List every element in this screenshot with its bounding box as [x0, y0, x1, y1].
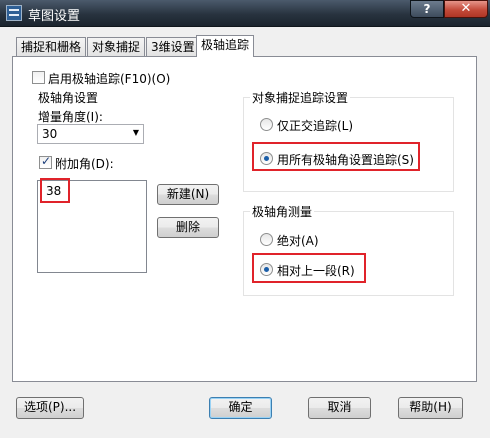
app-icon — [6, 5, 22, 21]
relative-last-segment-radio[interactable] — [260, 263, 273, 276]
additional-angle-item[interactable]: 38 — [46, 184, 61, 198]
orthogonal-only-label: 仅正交追踪(L) — [277, 119, 354, 133]
tab-object-snap[interactable]: 对象捕捉 — [87, 37, 146, 56]
orthogonal-only-radio[interactable] — [260, 118, 273, 131]
polar-measurement-title: 极轴角测量 — [250, 203, 315, 220]
chevron-down-icon: ▼ — [132, 128, 139, 137]
relative-last-segment-label: 相对上一段(R) — [277, 264, 355, 278]
all-polar-angles-radio[interactable] — [260, 152, 273, 165]
object-snap-tracking-title: 对象捕捉追踪设置 — [250, 89, 351, 106]
delete-angle-button[interactable]: 删除 — [157, 217, 219, 238]
additional-angle-label: 附加角(D): — [55, 157, 114, 171]
close-button[interactable]: ✕ — [444, 0, 488, 18]
title-bar: 草图设置 ? ✕ — [0, 0, 490, 27]
tab-snap-grid[interactable]: 捕捉和栅格 — [16, 37, 87, 56]
options-button[interactable]: 选项(P)... — [16, 397, 84, 419]
increment-angle-label: 增量角度(I): — [38, 110, 103, 124]
tab-3d-settings[interactable]: 3维设置 — [146, 37, 200, 56]
cancel-button[interactable]: 取消 — [308, 397, 371, 419]
help-button[interactable]: 帮助(H) — [398, 397, 463, 419]
increment-angle-value: 30 — [42, 127, 58, 141]
ok-button[interactable]: 确定 — [209, 397, 272, 419]
help-title-button[interactable]: ? — [410, 0, 444, 18]
additional-angle-checkbox[interactable] — [39, 154, 52, 169]
window-title: 草图设置 — [28, 9, 81, 24]
enable-polar-label: 启用极轴追踪(F10)(O) — [48, 72, 171, 86]
polar-angle-group-title: 极轴角设置 — [36, 89, 101, 106]
absolute-radio[interactable] — [260, 233, 273, 246]
tab-polar-tracking[interactable]: 极轴追踪 — [196, 35, 255, 57]
all-polar-angles-label: 用所有极轴角设置追踪(S) — [277, 153, 414, 167]
new-angle-button[interactable]: 新建(N) — [157, 184, 219, 205]
enable-polar-checkbox[interactable] — [32, 71, 45, 84]
increment-angle-select[interactable]: 30 ▼ — [37, 124, 144, 144]
absolute-label: 绝对(A) — [277, 234, 319, 248]
